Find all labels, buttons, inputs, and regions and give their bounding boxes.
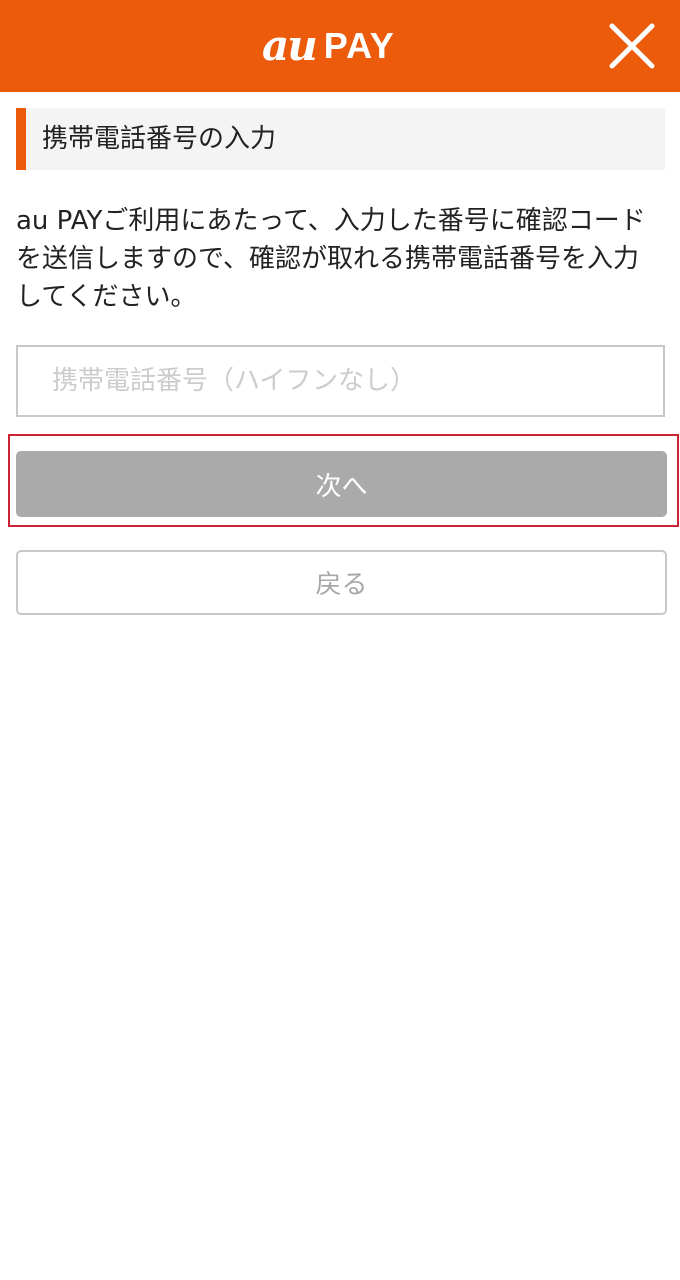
close-icon: [609, 23, 655, 69]
section-header: 携帯電話番号の入力: [16, 108, 665, 170]
logo-au-text: au: [262, 21, 318, 70]
description-text: au PAYご利用にあたって、入力した番号に確認コードを送信しますので、確認が取…: [16, 206, 646, 312]
app-header: au PAY: [0, 0, 680, 92]
close-button[interactable]: [606, 20, 658, 72]
section-title: 携帯電話番号の入力: [42, 124, 277, 154]
phone-number-input[interactable]: [16, 345, 665, 417]
next-button[interactable]: 次へ: [16, 451, 667, 517]
back-button[interactable]: 戻る: [16, 550, 667, 615]
au-pay-logo: au PAY: [262, 22, 395, 70]
logo-pay-text: PAY: [323, 25, 395, 66]
